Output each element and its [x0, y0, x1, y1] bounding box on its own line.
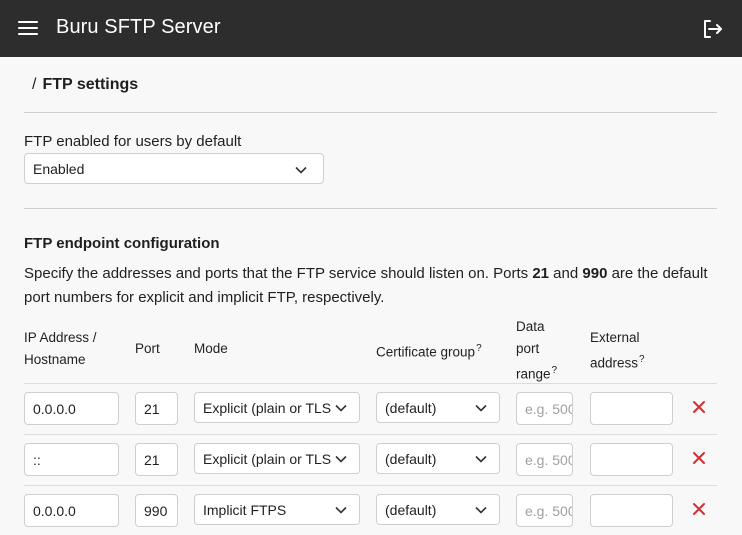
column-header-mode: Mode [194, 341, 228, 356]
ftp-enabled-value: Enabled [33, 161, 85, 177]
chevron-down-icon [335, 404, 347, 412]
range-header-label: Data port range [516, 319, 551, 382]
ip-input[interactable]: :: [24, 443, 119, 476]
row-divider [24, 383, 717, 384]
port-range-input[interactable]: e.g. 50000-50100 [516, 443, 573, 476]
cert-select[interactable]: (default) [376, 392, 500, 423]
divider [24, 208, 717, 209]
cert-select[interactable]: (default) [376, 443, 500, 474]
mode-value: Explicit (plain or TLS) [203, 451, 336, 467]
chevron-down-icon [335, 506, 347, 514]
explicit-port: 21 [532, 265, 550, 282]
mode-select[interactable]: Explicit (plain or TLS) [194, 392, 360, 423]
row-divider [24, 485, 717, 486]
chevron-down-icon [475, 506, 487, 514]
delete-x-icon[interactable] [692, 451, 706, 465]
divider [24, 112, 717, 113]
ip-input[interactable]: 0.0.0.0 [24, 494, 119, 527]
breadcrumb-separator: / [32, 76, 37, 93]
chevron-down-icon [295, 166, 307, 174]
external-address-input[interactable] [590, 443, 673, 476]
app-bar: Buru SFTP Server [0, 0, 742, 57]
port-input[interactable]: 21 [135, 443, 178, 476]
logout-icon[interactable] [700, 17, 724, 41]
cert-header-label: Certificate group [376, 344, 476, 360]
breadcrumb: / FTP settings [32, 76, 138, 94]
app-title: Buru SFTP Server [56, 16, 221, 38]
section-title: FTP endpoint configuration [24, 235, 220, 252]
hamburger-menu-icon[interactable] [18, 20, 38, 36]
info-icon[interactable]: ? [476, 343, 482, 354]
mode-value: Implicit FTPS [203, 502, 287, 518]
chevron-down-icon [475, 404, 487, 412]
external-address-input[interactable] [590, 392, 673, 425]
column-header-external: External address? [590, 327, 660, 375]
desc-text: Specify the addresses and ports that the… [24, 265, 533, 282]
chevron-down-icon [475, 455, 487, 463]
column-header-range: Data port range? [516, 316, 566, 386]
port-input[interactable]: 990 [135, 494, 178, 527]
port-range-input[interactable]: e.g. 50000-50100 [516, 494, 573, 527]
ftp-enabled-select[interactable]: Enabled [24, 153, 324, 184]
column-header-ip: IP Address / Hostname [24, 330, 97, 367]
delete-x-icon[interactable] [692, 502, 706, 516]
cert-select[interactable]: (default) [376, 494, 500, 525]
mode-select[interactable]: Implicit FTPS [194, 494, 360, 525]
section-description: Specify the addresses and ports that the… [24, 262, 714, 310]
row-divider [24, 434, 717, 435]
info-icon[interactable]: ? [552, 365, 558, 376]
ip-input[interactable]: 0.0.0.0 [24, 392, 119, 425]
mode-value: Explicit (plain or TLS) [203, 400, 336, 416]
column-header-cert: Certificate group? [376, 338, 482, 364]
ftp-enabled-label: FTP enabled for users by default [24, 133, 242, 150]
chevron-down-icon [335, 455, 347, 463]
external-address-input[interactable] [590, 494, 673, 527]
column-header-port: Port [135, 341, 160, 356]
info-icon[interactable]: ? [639, 354, 645, 365]
implicit-port: 990 [582, 265, 608, 282]
external-header-label: External address [590, 330, 640, 371]
page-title: FTP settings [42, 76, 139, 93]
delete-x-icon[interactable] [692, 400, 706, 414]
port-input[interactable]: 21 [135, 392, 178, 425]
desc-text: and [549, 265, 583, 282]
mode-select[interactable]: Explicit (plain or TLS) [194, 443, 360, 474]
port-range-input[interactable]: e.g. 50000-50100 [516, 392, 573, 425]
